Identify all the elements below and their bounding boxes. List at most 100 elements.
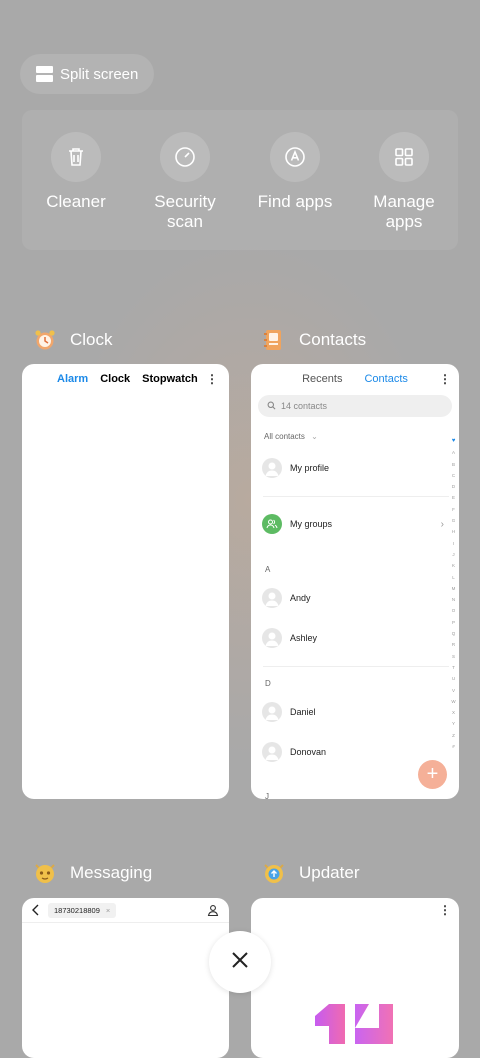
- more-options-icon[interactable]: ⋮: [439, 903, 451, 917]
- search-placeholder: 14 contacts: [281, 401, 328, 411]
- index-letter[interactable]: E: [450, 492, 457, 503]
- index-letter[interactable]: I: [450, 538, 457, 549]
- contact-row-andy[interactable]: Andy: [262, 588, 311, 608]
- index-letter[interactable]: S: [450, 651, 457, 662]
- clock-app-card[interactable]: Alarm Clock Stopwatch ⋮: [22, 364, 229, 799]
- avatar: [262, 742, 282, 762]
- contacts-tabs: Recents Contacts: [251, 373, 459, 385]
- favorites-heart-icon: ♥: [451, 438, 456, 444]
- more-options-icon[interactable]: ⋮: [439, 372, 451, 386]
- messaging-cat-icon: [32, 860, 58, 886]
- index-letter[interactable]: X: [450, 707, 457, 718]
- all-contacts-filter[interactable]: All contacts ⌄: [264, 432, 318, 441]
- manage-apps-label: Manage apps: [373, 192, 435, 231]
- search-icon: [267, 401, 276, 412]
- my-groups-row[interactable]: My groups ›: [262, 514, 448, 534]
- close-icon[interactable]: ×: [106, 906, 110, 915]
- groups-icon: [262, 514, 282, 534]
- divider: [263, 496, 449, 497]
- person-icon[interactable]: [207, 903, 219, 921]
- tools-panel: Cleaner Security scan Find apps Manage a…: [22, 110, 458, 250]
- avatar: [262, 458, 282, 478]
- index-letter[interactable]: C: [450, 470, 457, 481]
- contact-name: Ashley: [290, 633, 318, 643]
- updater-app-name: Updater: [299, 863, 360, 882]
- security-scan-label: Security scan: [154, 192, 216, 231]
- find-apps-button[interactable]: Find apps: [245, 132, 345, 212]
- tab-contacts[interactable]: Contacts: [364, 373, 407, 385]
- alarm-clock-icon: [32, 327, 58, 353]
- index-letter[interactable]: Y: [450, 718, 457, 729]
- clock-tabs: Alarm Clock Stopwatch: [57, 373, 198, 385]
- index-letter[interactable]: D: [450, 481, 457, 492]
- contact-name: Donovan: [290, 747, 327, 757]
- index-letter[interactable]: O: [450, 605, 457, 616]
- contacts-search-input[interactable]: 14 contacts: [258, 395, 452, 417]
- manage-apps-button[interactable]: Manage apps: [354, 132, 454, 232]
- index-letter[interactable]: P: [450, 617, 457, 628]
- updater-app-card[interactable]: ⋮: [251, 898, 459, 1058]
- security-scan-button[interactable]: Security scan: [135, 132, 235, 232]
- contact-row-ashley[interactable]: Ashley: [262, 628, 317, 648]
- tab-alarm[interactable]: Alarm: [57, 373, 88, 385]
- my-profile-label: My profile: [290, 463, 330, 473]
- contacts-book-icon: [261, 327, 287, 353]
- index-letter[interactable]: V: [450, 685, 457, 696]
- contact-row-daniel[interactable]: Daniel: [262, 702, 316, 722]
- section-letter: A: [265, 565, 271, 574]
- add-contact-button[interactable]: +: [418, 760, 447, 789]
- back-arrow-icon[interactable]: [31, 903, 41, 921]
- split-screen-label: Split screen: [60, 65, 139, 83]
- close-icon: [231, 951, 249, 974]
- cleaner-label: Cleaner: [46, 192, 106, 211]
- index-letter[interactable]: J: [450, 549, 457, 560]
- tab-recents[interactable]: Recents: [302, 373, 342, 385]
- cleaner-button[interactable]: Cleaner: [26, 132, 126, 212]
- recipient-number: 18730218809: [54, 906, 100, 915]
- more-options-icon[interactable]: ⋮: [206, 372, 218, 386]
- index-letter[interactable]: T: [450, 662, 457, 673]
- index-letter[interactable]: G: [450, 515, 457, 526]
- index-letter[interactable]: L: [450, 572, 457, 583]
- updater-app-header[interactable]: Updater: [261, 860, 359, 886]
- index-letter[interactable]: H: [450, 526, 457, 537]
- index-letter[interactable]: Q: [450, 628, 457, 639]
- index-letter[interactable]: B: [450, 459, 457, 470]
- clear-all-button[interactable]: [209, 931, 271, 993]
- miui-14-logo: [315, 1004, 395, 1049]
- my-groups-label: My groups: [290, 519, 333, 529]
- tab-clock[interactable]: Clock: [100, 373, 130, 385]
- messaging-app-card[interactable]: 18730218809 ×: [22, 898, 229, 1058]
- contacts-app-header[interactable]: Contacts: [261, 327, 366, 353]
- index-letter[interactable]: R: [450, 639, 457, 650]
- find-apps-label: Find apps: [257, 192, 333, 211]
- index-letter[interactable]: #: [450, 741, 457, 752]
- split-screen-button[interactable]: Split screen: [20, 54, 154, 94]
- alphabet-index[interactable]: ♥ A B C D E F G H I J K L M N O P Q R S T U V W X Y Z #: [450, 436, 457, 752]
- index-letter[interactable]: A: [450, 447, 457, 458]
- contacts-app-card[interactable]: Recents Contacts ⋮ 14 contacts All conta…: [251, 364, 459, 799]
- contact-name: Daniel: [290, 707, 316, 717]
- messaging-app-header[interactable]: Messaging: [32, 860, 152, 886]
- recipient-chip[interactable]: 18730218809 ×: [48, 903, 117, 918]
- index-letter[interactable]: W: [450, 696, 457, 707]
- index-letter[interactable]: K: [450, 560, 457, 571]
- find-apps-icon: [270, 132, 320, 182]
- plus-icon: +: [426, 763, 439, 785]
- filter-label: All contacts: [264, 432, 305, 441]
- index-letter[interactable]: Z: [450, 730, 457, 741]
- index-letter[interactable]: M: [450, 583, 457, 594]
- clock-app-name: Clock: [70, 330, 113, 349]
- contact-row-donovan[interactable]: Donovan: [262, 742, 326, 762]
- security-gauge-icon: [160, 132, 210, 182]
- clock-app-header[interactable]: Clock: [32, 327, 113, 353]
- index-letter[interactable]: N: [450, 594, 457, 605]
- index-letter[interactable]: F: [450, 504, 457, 515]
- index-letter[interactable]: U: [450, 673, 457, 684]
- avatar: [262, 702, 282, 722]
- my-profile-row[interactable]: My profile: [262, 458, 329, 478]
- section-letter: J: [265, 792, 269, 799]
- section-letter: D: [265, 679, 271, 688]
- tab-stopwatch[interactable]: Stopwatch: [142, 373, 198, 385]
- divider: [263, 666, 449, 667]
